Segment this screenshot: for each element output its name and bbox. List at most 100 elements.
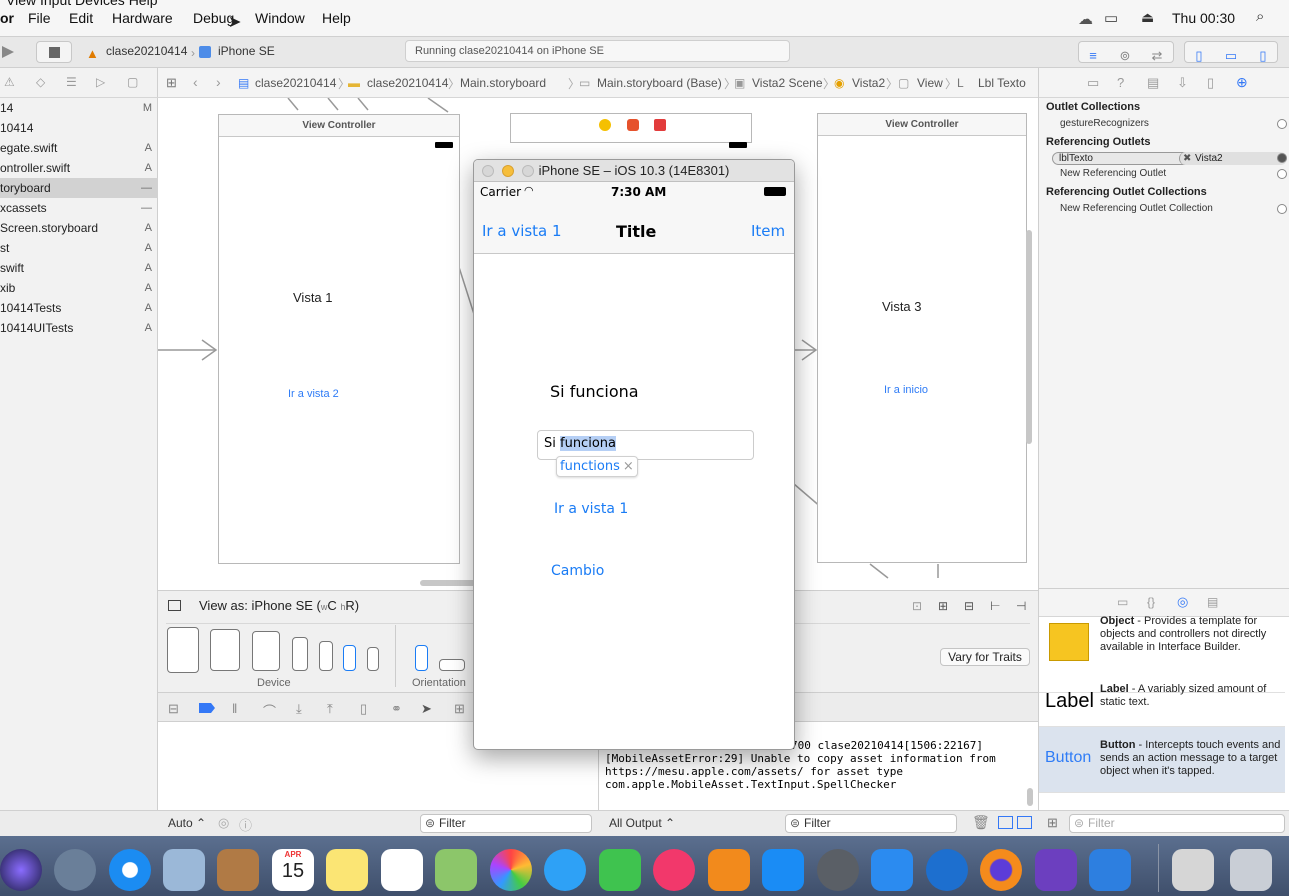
- breakpoints-toggle-icon[interactable]: [199, 703, 215, 713]
- messages-icon[interactable]: [544, 849, 586, 891]
- navigator-row[interactable]: egate.swift A: [0, 138, 158, 158]
- library-item-label[interactable]: Label Label - A variably sized amount of…: [1039, 683, 1285, 727]
- breadcrumb-localization[interactable]: Main.storyboard (Base): [597, 76, 722, 90]
- github-desktop-icon[interactable]: [1035, 849, 1077, 891]
- split-left-icon[interactable]: [998, 816, 1013, 829]
- menu-clock[interactable]: Thu 00:30: [1172, 10, 1235, 26]
- music-icon[interactable]: [653, 849, 695, 891]
- file-template-icon[interactable]: ▭: [1117, 595, 1128, 609]
- quick-help-icon[interactable]: ?: [1117, 75, 1124, 90]
- notes-icon[interactable]: [326, 849, 368, 891]
- library-grid-icon[interactable]: ⊞: [1047, 815, 1058, 831]
- menu-edit[interactable]: Edit: [69, 10, 93, 26]
- attributes-inspector-icon[interactable]: ⇩: [1177, 75, 1188, 91]
- variables-scope-select[interactable]: Auto ⌃: [168, 816, 206, 830]
- scene-button[interactable]: Ir a inicio: [884, 384, 928, 396]
- scene-vista3[interactable]: View Controller Vista 3 Ir a inicio: [817, 113, 1027, 563]
- navigator-row[interactable]: 10414UITests A: [0, 318, 158, 338]
- landscape-orientation[interactable]: [439, 659, 465, 671]
- info-icon[interactable]: ⓘ: [239, 815, 252, 834]
- navigator-row[interactable]: st A: [0, 238, 158, 258]
- run-button[interactable]: [0, 43, 16, 61]
- reminders-icon[interactable]: [381, 849, 423, 891]
- iphone-device[interactable]: [319, 641, 333, 671]
- code-snippet-icon[interactable]: {}: [1147, 595, 1155, 609]
- process-icon[interactable]: ⊞: [454, 701, 465, 717]
- calendar-icon[interactable]: APR 15: [272, 849, 314, 891]
- connections-inspector-icon[interactable]: ⊕: [1236, 74, 1248, 91]
- connection-circle[interactable]: [1277, 204, 1287, 214]
- quick-look-icon[interactable]: ◎: [218, 815, 229, 831]
- horizontal-scrollbar[interactable]: [420, 580, 480, 586]
- hide-debug-area-icon[interactable]: ⊟: [168, 701, 179, 717]
- add-constraints-icon[interactable]: ⊢: [990, 599, 1000, 613]
- nav-back-button[interactable]: Ir a vista 1: [482, 222, 562, 240]
- align-icon[interactable]: ⊟: [964, 599, 974, 613]
- file-inspector-icon[interactable]: ▭: [1087, 75, 1099, 91]
- portrait-orientation[interactable]: [415, 645, 428, 671]
- vary-for-traits-button[interactable]: Vary for Traits: [940, 648, 1030, 666]
- console-output-select[interactable]: All Output ⌃: [609, 816, 675, 830]
- scene-vista1[interactable]: View Controller Vista 1 Ir a vista 2: [218, 114, 460, 564]
- dismiss-suggestion-icon[interactable]: ×: [623, 459, 634, 474]
- menu-hardware[interactable]: Hardware: [112, 10, 173, 26]
- cambio-button[interactable]: Cambio: [551, 563, 604, 579]
- variables-filter-input[interactable]: ⊜ Filter: [420, 814, 592, 833]
- scene-vista2-top[interactable]: [510, 113, 752, 148]
- library-item-button[interactable]: Button Button - Intercepts touch events …: [1039, 727, 1285, 793]
- resolve-autolayout-icon[interactable]: ⊣: [1016, 599, 1026, 613]
- eject-icon[interactable]: ⏏: [1141, 9, 1154, 26]
- ir-a-vista1-button[interactable]: Ir a vista 1: [554, 501, 628, 517]
- navigator-row[interactable]: xcassets —: [0, 198, 158, 218]
- forward-icon[interactable]: ›: [216, 74, 221, 90]
- iphone-se-device-selected[interactable]: [343, 645, 356, 671]
- downloads-stack-icon[interactable]: [1172, 849, 1214, 891]
- navigator-row[interactable]: 10414Tests A: [0, 298, 158, 318]
- menu-help[interactable]: Help: [322, 10, 351, 26]
- outlet-connection-pill[interactable]: lblTexto ✖ Vista2: [1052, 152, 1287, 165]
- breadcrumb-project[interactable]: clase20210414: [255, 76, 336, 90]
- zoom-button[interactable]: [522, 165, 534, 177]
- nav-item-button[interactable]: Item: [751, 222, 785, 240]
- iphone-4s-device[interactable]: [367, 647, 379, 671]
- firefox-icon[interactable]: [980, 849, 1022, 891]
- related-items-icon[interactable]: ⊞: [166, 75, 177, 91]
- iphone-plus-device[interactable]: [292, 637, 308, 671]
- size-inspector-icon[interactable]: ▯: [1207, 75, 1214, 91]
- navigator-row[interactable]: swift A: [0, 258, 158, 278]
- version-editor-icon[interactable]: ⇄: [1148, 48, 1166, 64]
- connection-circle[interactable]: [1277, 169, 1287, 179]
- simulator-window[interactable]: iPhone SE – iOS 10.3 (14E8301) Carrier ◠…: [473, 159, 795, 750]
- breadcrumb-scene[interactable]: Vista2 Scene: [752, 76, 823, 90]
- console-filter-input[interactable]: ⊜ Filter: [785, 814, 957, 833]
- pause-icon[interactable]: ‖: [232, 701, 237, 716]
- close-button[interactable]: [482, 165, 494, 177]
- navigator-row[interactable]: ontroller.swift A: [0, 158, 158, 178]
- menu-app-name[interactable]: or: [0, 10, 14, 26]
- ipad-pro-10-device[interactable]: [210, 629, 240, 671]
- breadcrumb-file[interactable]: Main.storyboard: [460, 76, 546, 90]
- update-frames-icon[interactable]: ⊡: [912, 599, 922, 613]
- facetime-icon[interactable]: [599, 849, 641, 891]
- xcode-icon[interactable]: [871, 849, 913, 891]
- console-scrollbar[interactable]: [1027, 788, 1033, 806]
- connection-circle[interactable]: [1277, 119, 1287, 129]
- safari-icon[interactable]: [109, 849, 151, 891]
- vertical-scrollbar[interactable]: [1026, 230, 1032, 444]
- breadcrumb-element[interactable]: Lbl Texto: [978, 76, 1026, 90]
- back-icon[interactable]: ‹: [193, 74, 198, 90]
- ipad-pro-12-device[interactable]: [167, 627, 199, 673]
- utilities-toggle-icon[interactable]: ▯: [1254, 48, 1272, 64]
- step-in-icon[interactable]: ⤓: [296, 701, 302, 717]
- standard-editor-icon[interactable]: ≡: [1084, 48, 1102, 64]
- memory-graph-icon[interactable]: ⚭: [391, 701, 402, 717]
- trash-bin-icon[interactable]: [1230, 849, 1272, 891]
- autocorrect-suggestion[interactable]: functions ×: [556, 456, 638, 477]
- onedrive-icon[interactable]: [926, 849, 968, 891]
- disconnect-icon[interactable]: ✖: [1183, 153, 1191, 164]
- system-preferences-icon[interactable]: [817, 849, 859, 891]
- embed-in-stack-icon[interactable]: ⊞: [938, 599, 948, 613]
- media-library-icon[interactable]: ▤: [1207, 595, 1218, 609]
- mail-icon[interactable]: [163, 849, 205, 891]
- step-over-icon[interactable]: ⌒: [263, 701, 276, 720]
